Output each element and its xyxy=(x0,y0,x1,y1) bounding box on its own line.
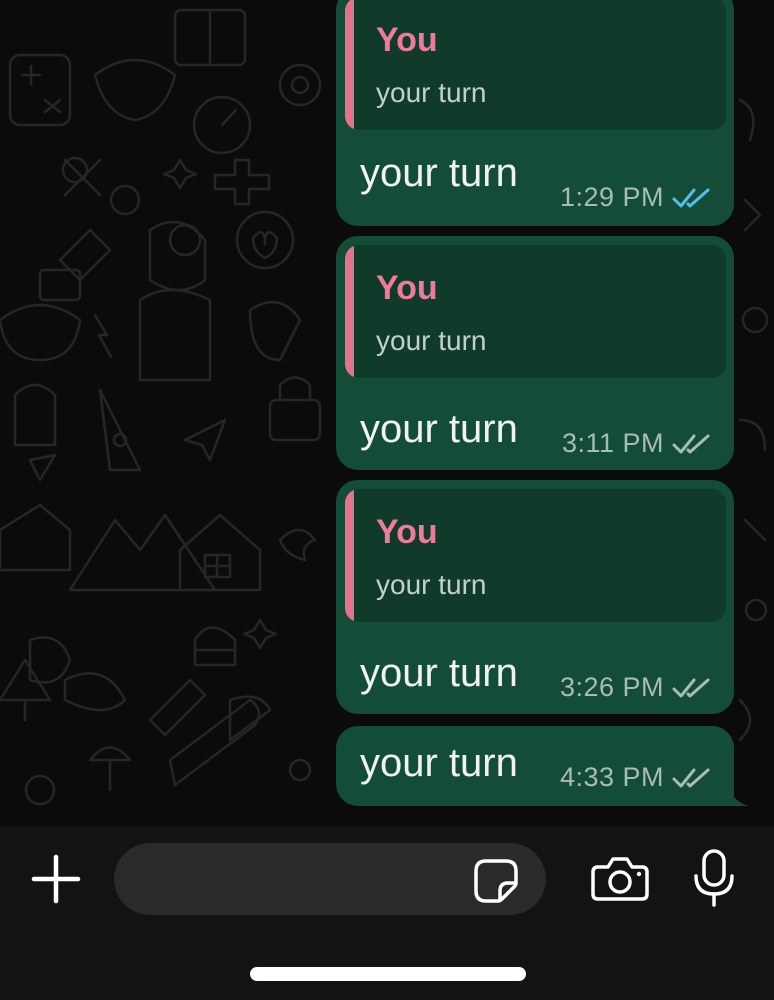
message-text: your turn xyxy=(360,151,518,195)
message-meta: 3:26 PM xyxy=(560,672,712,703)
quote-text: your turn xyxy=(376,569,487,600)
message-meta: 3:11 PM xyxy=(562,428,712,459)
quote-author: You xyxy=(376,269,438,307)
plus-icon[interactable] xyxy=(30,853,82,905)
message-bubble[interactable]: You your turn your turn 1:29 PM xyxy=(336,0,734,226)
message-meta: 4:33 PM xyxy=(560,762,712,793)
sticker-icon[interactable] xyxy=(472,857,520,905)
message-text: your turn xyxy=(360,741,518,785)
quoted-message[interactable]: You your turn xyxy=(345,489,726,622)
quoted-message[interactable]: You your turn xyxy=(345,245,726,378)
double-check-icon xyxy=(672,768,710,787)
quote-author: You xyxy=(376,21,438,59)
quote-accent-bar xyxy=(345,489,354,622)
quoted-message[interactable]: You your turn xyxy=(345,0,726,130)
quote-text: your turn xyxy=(376,325,487,356)
bubble-tail-icon xyxy=(726,780,748,806)
message-time: 3:11 PM xyxy=(561,428,664,458)
quote-accent-bar xyxy=(345,245,354,378)
quote-text: your turn xyxy=(376,77,487,108)
message-time: 1:29 PM xyxy=(559,182,664,212)
quote-accent-bar xyxy=(345,0,354,130)
quote-author: You xyxy=(376,513,438,551)
message-time: 3:26 PM xyxy=(559,672,664,702)
message-text: your turn xyxy=(360,651,518,695)
double-check-icon xyxy=(672,188,710,207)
message-meta: 1:29 PM xyxy=(560,182,712,213)
camera-icon[interactable] xyxy=(590,853,650,905)
microphone-icon[interactable] xyxy=(692,848,736,908)
message-bubble[interactable]: You your turn your turn 3:26 PM xyxy=(336,480,734,714)
chat-area[interactable]: You your turn your turn 1:29 PM You your… xyxy=(0,0,774,826)
message-bubble[interactable]: your turn 4:33 PM xyxy=(336,726,734,806)
double-check-icon xyxy=(672,678,710,697)
home-indicator[interactable] xyxy=(250,967,526,981)
message-text: your turn xyxy=(360,407,518,451)
double-check-icon xyxy=(672,434,710,453)
message-bubble[interactable]: You your turn your turn 3:11 PM xyxy=(336,236,734,470)
message-time: 4:33 PM xyxy=(559,762,664,792)
